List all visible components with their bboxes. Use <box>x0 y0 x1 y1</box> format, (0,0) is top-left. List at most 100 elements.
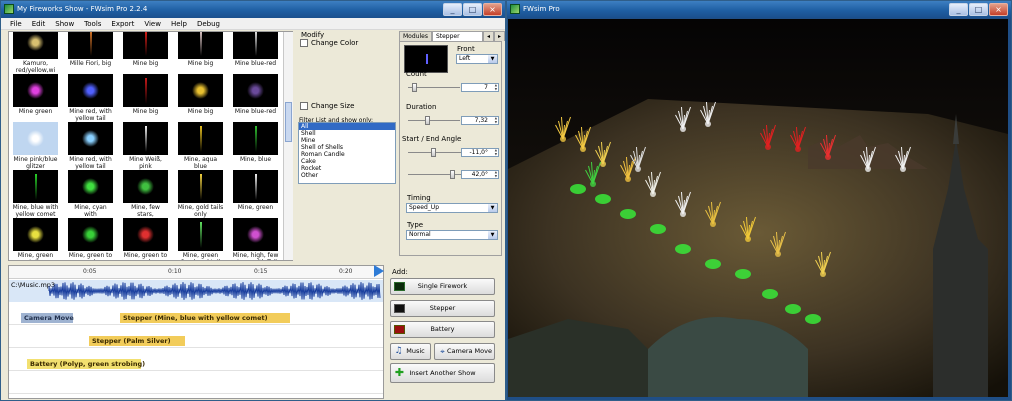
start-angle-slider-handle[interactable] <box>431 148 436 157</box>
minimize-button[interactable]: _ <box>949 3 968 16</box>
app-icon <box>4 4 14 14</box>
duration-slider[interactable] <box>408 120 460 121</box>
menu-tools[interactable]: Tools <box>79 18 106 29</box>
effect-tile[interactable]: Mine, high, few stars, with Tail <box>232 218 279 260</box>
effect-tile[interactable]: Mine green <box>12 74 59 129</box>
end-angle-slider[interactable] <box>408 174 468 175</box>
angle-label: Start / End Angle <box>402 135 462 143</box>
effect-caption: Mine, green to red <box>68 252 113 260</box>
maximize-button[interactable]: □ <box>463 3 482 16</box>
timeline-track[interactable] <box>9 382 383 394</box>
effect-tile[interactable]: Mine, green <box>232 170 279 225</box>
maximize-button[interactable]: □ <box>969 3 988 16</box>
filter-option[interactable]: Other <box>299 172 395 179</box>
effect-tile[interactable]: Mine, blue <box>232 122 279 177</box>
playhead-icon[interactable] <box>374 265 384 277</box>
timeline-ruler[interactable]: 0:05 0:10 0:15 0:20 <box>9 266 383 279</box>
start-angle-slider[interactable] <box>408 152 468 153</box>
effect-tile[interactable]: Mine, blue with yellow comet <box>12 170 59 225</box>
filter-listbox[interactable]: All Shell Mine Shell of Shells Roman Candle C… <box>298 122 396 184</box>
end-angle-spinbox[interactable]: 42,0° <box>461 170 499 179</box>
menu-edit[interactable]: Edit <box>27 18 51 29</box>
effect-tile[interactable]: Mine pink/blue glitzer <box>12 122 59 177</box>
camera-icon: ⌖ <box>440 347 445 356</box>
front-select[interactable]: Left ▼ <box>456 54 498 64</box>
effect-tile[interactable]: Mine Weiß, pink storms <box>122 122 169 177</box>
effect-tile[interactable]: Mine, green tails only <box>12 218 59 260</box>
effects-grid-scrollbar[interactable] <box>283 32 293 260</box>
filter-option[interactable]: Shell of Shells <box>299 144 395 151</box>
end-angle-slider-handle[interactable] <box>450 170 455 179</box>
menu-help[interactable]: Help <box>166 18 192 29</box>
clip-stepper-palm-silver[interactable]: Stepper (Palm Silver) <box>89 336 185 346</box>
spark-glow <box>625 176 631 182</box>
effect-tile[interactable]: Mine big <box>122 74 169 129</box>
filter-option[interactable]: Mine <box>299 137 395 144</box>
effect-tile[interactable]: Mine, few stars, green <box>122 170 169 225</box>
main-window-titlebar[interactable]: My Fireworks Show - FWsim Pro 2.2.4 _ □ … <box>1 1 505 18</box>
effect-thumbnail <box>123 32 168 59</box>
effect-caption: Mine pink/blue glitzer <box>13 156 58 170</box>
audio-track[interactable]: C:\Music.mp3 <box>9 280 383 302</box>
type-select[interactable]: Normal ▼ <box>406 230 498 240</box>
filter-option[interactable]: Rocket <box>299 165 395 172</box>
trail-icon <box>145 78 147 104</box>
preview-window-titlebar[interactable]: FWsim Pro _ □ × <box>507 1 1011 18</box>
effect-tile[interactable]: Mine blue-red <box>232 74 279 129</box>
trail-icon <box>90 32 92 56</box>
filter-option[interactable]: Cake <box>299 158 395 165</box>
timeline-track[interactable]: Camera Move Stepper (Mine, blue with yel… <box>9 313 383 325</box>
close-button[interactable]: × <box>989 3 1008 16</box>
menu-export[interactable]: Export <box>106 18 139 29</box>
menu-debug[interactable]: Debug <box>192 18 225 29</box>
tab-stepper-properties[interactable]: Stepper Properties <box>431 31 483 49</box>
clip-camera-move[interactable]: Camera Move <box>21 313 74 323</box>
menu-show[interactable]: Show <box>50 18 79 29</box>
add-stepper-button[interactable]: Stepper <box>390 300 495 317</box>
spark-glow <box>820 271 826 277</box>
duration-spinbox[interactable]: 7,32 <box>461 116 499 125</box>
3d-viewport[interactable] <box>508 19 1008 397</box>
timeline-track[interactable]: Battery (Polyp, green strobing) <box>9 359 383 371</box>
effect-caption: Mine big <box>187 60 214 67</box>
spark-glow <box>825 154 831 160</box>
menu-file[interactable]: File <box>5 18 27 29</box>
effect-tile[interactable]: Mine red, with yellow tail <box>67 122 114 177</box>
filter-option[interactable]: All <box>299 123 395 130</box>
effect-tile[interactable]: Mine, aqua blue and orange <box>177 122 224 177</box>
tab-scroll-right-icon[interactable]: ▸ <box>493 31 505 41</box>
waveform-path <box>48 282 381 300</box>
filter-option[interactable]: Roman Candle <box>299 151 395 158</box>
count-slider-handle[interactable] <box>412 83 417 92</box>
effect-tile[interactable]: Mine, green to red strobe <box>122 218 169 260</box>
close-button[interactable]: × <box>483 3 502 16</box>
minimize-button[interactable]: _ <box>443 3 462 16</box>
scrollbar-thumb[interactable] <box>285 102 292 142</box>
add-single-firework-button[interactable]: Single Firework <box>390 278 495 295</box>
effect-tile[interactable]: Mine big <box>177 74 224 129</box>
filter-option[interactable]: Shell <box>299 130 395 137</box>
effect-tile[interactable]: Mine, green to red <box>67 218 114 260</box>
add-battery-button[interactable]: Battery <box>390 321 495 338</box>
start-angle-spinbox[interactable]: -11,0° <box>461 148 499 157</box>
burst-icon <box>137 226 154 243</box>
insert-another-show-button[interactable]: ✚ Insert Another Show <box>390 363 495 383</box>
add-camera-move-button[interactable]: ⌖ Camera Move <box>434 343 495 360</box>
change-size-checkbox[interactable] <box>300 102 308 110</box>
timing-select[interactable]: Speed_Up ▼ <box>406 203 498 213</box>
menu-view[interactable]: View <box>139 18 166 29</box>
effect-tile[interactable]: Mine, green 3 colored tail <box>177 218 224 260</box>
duration-slider-handle[interactable] <box>425 116 430 125</box>
clip-stepper-mine-blue[interactable]: Stepper (Mine, blue with yellow comet) <box>120 313 290 323</box>
change-color-checkbox[interactable] <box>300 39 308 47</box>
tab-modules[interactable]: Modules <box>399 31 432 41</box>
timeline-track[interactable]: Stepper (Palm Silver) <box>9 336 383 348</box>
effect-tile[interactable]: Mine red, with yellow tail <box>67 74 114 129</box>
effect-tile[interactable]: Mine, gold tails only <box>177 170 224 225</box>
timeline[interactable]: 0:05 0:10 0:15 0:20 C:\Music.mp3 Camera … <box>8 265 384 399</box>
clip-battery-polyp[interactable]: Battery (Polyp, green strobing) <box>27 359 145 369</box>
add-music-button[interactable]: ♫ Music <box>390 343 431 360</box>
effect-tile[interactable]: Mine, cyan with Farfalle <box>67 170 114 225</box>
tab-scroll-left-icon[interactable]: ◂ <box>482 31 494 41</box>
count-spinbox[interactable]: 7 <box>461 83 499 92</box>
